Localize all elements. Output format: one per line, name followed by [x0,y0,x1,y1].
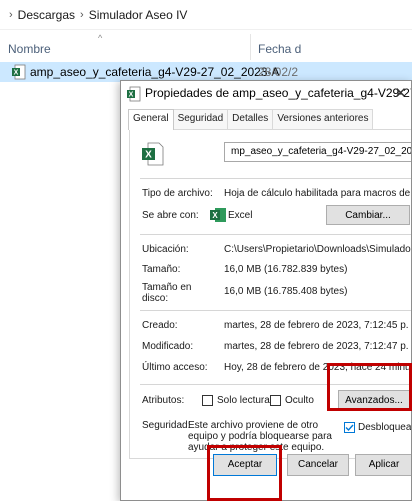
divider [140,234,411,235]
excel-app-icon: X [210,208,226,222]
svg-text:X: X [212,211,218,220]
tab-bar: General Seguridad Detalles Versiones ant… [128,109,374,130]
tab-versiones[interactable]: Versiones anteriores [272,109,374,129]
opens-with-value: Excel [228,210,253,221]
breadcrumb-item-descargas[interactable]: Descargas [18,8,75,22]
divider [140,310,411,311]
hidden-label[interactable]: Oculto [285,395,314,406]
size-value: 16,0 MB (16.782.839 bytes) [224,264,348,275]
size-on-disk-value: 16,0 MB (16.785.408 bytes) [224,286,348,297]
column-divider[interactable] [250,34,251,60]
excel-file-icon: X [12,64,26,80]
unblock-checkbox[interactable] [344,422,355,433]
properties-dialog: X Propiedades de amp_aseo_y_cafeteria_g4… [120,80,412,501]
size-label: Tamaño: [142,264,181,275]
size-on-disk-label: disco: [142,293,169,304]
dialog-titlebar[interactable]: X Propiedades de amp_aseo_y_cafeteria_g4… [121,81,411,107]
accessed-label: Último acceso: [142,362,208,373]
svg-text:X: X [145,150,152,161]
tab-detalles[interactable]: Detalles [227,109,274,129]
divider [140,178,411,179]
column-header-date[interactable]: Fecha d [258,42,301,56]
file-type-value: Hoja de cálculo habilitada para macros d… [224,188,411,199]
highlight-ok [207,445,282,501]
readonly-checkbox[interactable] [202,395,213,406]
file-name-field[interactable]: mp_aseo_y_cafeteria_g4-V29-27_02_2023-A [224,142,411,162]
checkmark-icon [345,424,354,432]
location-label: Ubicación: [142,244,189,255]
chevron-right-icon: › [80,8,84,21]
apply-button[interactable]: Aplicar [355,454,411,476]
file-row[interactable]: X amp_aseo_y_cafeteria_g4-V29-27_02_2023… [0,62,412,82]
svg-text:X: X [129,92,134,99]
security-label: Seguridad: [142,420,191,431]
column-header-name[interactable]: Nombre [8,42,51,56]
svg-text:X: X [14,70,19,77]
cancel-button[interactable]: Cancelar [287,454,349,476]
modified-value: martes, 28 de febrero de 2023, 7:12:47 p… [224,341,412,352]
breadcrumb-item-simulador[interactable]: Simulador Aseo IV [89,8,188,22]
file-name: amp_aseo_y_cafeteria_g4-V29-27_02_2023-A [30,65,280,79]
file-date: 28/02/2 [258,65,299,79]
close-icon[interactable]: ✕ [394,84,407,102]
unblock-label[interactable]: Desbloquear [358,422,411,433]
security-text: equipo y podría bloquearse para [188,431,332,442]
created-value: martes, 28 de febrero de 2023, 7:12:45 p… [224,320,412,331]
readonly-label[interactable]: Solo lectura [217,395,270,406]
size-on-disk-label: Tamaño en [142,282,192,293]
location-value: C:\Users\Propietario\Downloads\Simulador… [224,244,412,255]
created-label: Creado: [142,320,178,331]
column-headers: ^ Nombre Fecha d [0,30,412,62]
opens-with-label: Se abre con: [142,210,199,221]
hidden-checkbox[interactable] [270,395,281,406]
excel-file-icon: X [127,86,141,102]
change-button[interactable]: Cambiar... [326,205,410,225]
file-type-label: Tipo de archivo: [142,188,213,199]
tab-seguridad[interactable]: Seguridad [172,109,229,129]
dialog-title: Propiedades de amp_aseo_y_cafeteria_g4-V… [145,86,411,100]
highlight-unblock [327,363,412,411]
attributes-label: Atributos: [142,395,185,406]
security-text: Este archivo proviene de otro [188,420,319,431]
chevron-right-icon: › [9,8,13,21]
sort-up-icon: ^ [98,33,103,43]
modified-label: Modificado: [142,341,194,352]
breadcrumb: › Descargas › Simulador Aseo IV [0,0,412,30]
excel-file-icon: X [142,142,164,166]
tab-general[interactable]: General [128,109,174,130]
